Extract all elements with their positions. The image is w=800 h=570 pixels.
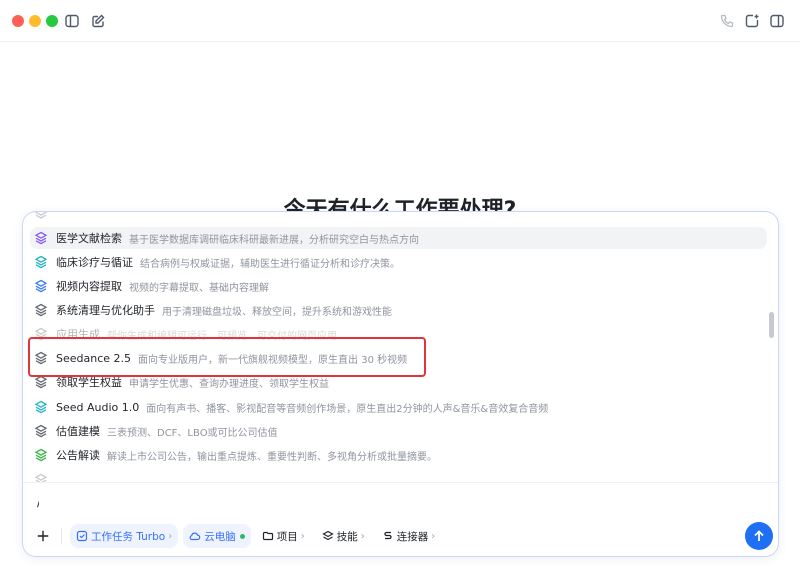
skill-icon [34, 473, 48, 482]
chevron-right-icon: › [168, 530, 173, 542]
title-bar [0, 0, 800, 42]
layers-icon [34, 351, 48, 365]
skill-item[interactable]: 应用生成 帮你生成和编辑可运行、可预览、可交付的网页应用 [30, 323, 767, 345]
split-view-icon[interactable] [768, 12, 786, 30]
new-window-icon[interactable] [743, 12, 761, 30]
skill-description: 视频的字幕提取、基础内容理解 [129, 282, 269, 294]
project-label: 项目 [276, 530, 298, 543]
phone-icon[interactable] [718, 12, 736, 30]
skill-icon [34, 212, 48, 222]
cloud-pc-label: 云电脑 [204, 530, 236, 543]
skill-description: 申请学生优惠、查询办理进度、领取学生权益 [129, 378, 329, 390]
chevron-right-icon: › [300, 530, 305, 542]
input-value: / [37, 495, 39, 509]
layers-icon [34, 375, 48, 389]
skill-description: 帮你生成和编辑可运行、可预览、可交付的网页应用 [107, 330, 337, 342]
skill-item[interactable]: Seed Audio 1.0 面向有声书、播客、影视配音等音频创作场景，原生直出… [30, 396, 767, 418]
skill-name: 公告解读 [56, 449, 100, 462]
layers-icon [34, 279, 48, 293]
skill-description: 面向有声书、播客、影视配音等音频创作场景，原生直出2分钟的人声&音乐&音效复合音… [146, 403, 549, 415]
app-window: 今天有什么工作要处理? 医学文献检索 基于医学数据库调研临床科研最新进展，分析研… [0, 0, 800, 570]
cloud-icon [189, 532, 201, 541]
layers-icon [34, 424, 48, 438]
arrow-up-icon [754, 530, 764, 541]
skill-description: 结合病例与权威证据，辅助医生进行循证分析和诊疗决策。 [140, 258, 400, 270]
skill-name: 估值建模 [56, 425, 100, 438]
skills-chip[interactable]: 技能 › [316, 524, 371, 548]
skill-item[interactable]: 估值建模 三表预测、DCF、LBO或可比公司估值 [30, 420, 767, 442]
skill-item[interactable]: 系统清理与优化助手 用于清理磁盘垃圾、释放空间，提升系统和游戏性能 [30, 299, 767, 321]
skill-description: 基于医学数据库调研临床科研最新进展，分析研究空白与热点方向 [129, 234, 419, 246]
project-chip[interactable]: 项目 › [256, 524, 311, 548]
skill-item-cut [30, 469, 767, 482]
skill-description: 解读上市公司公告，输出重点提炼、重要性判断、多视角分析或批量摘要。 [107, 451, 437, 463]
layers-icon [34, 303, 48, 317]
skill-item[interactable]: Seedance 2.5 面向专业版用户，新一代旗舰视频模型，原生直出 30 秒… [30, 347, 767, 369]
composer-divider [23, 482, 778, 483]
zoom-window-button[interactable] [46, 15, 58, 27]
list-scrollbar[interactable] [769, 312, 774, 338]
skill-item[interactable]: 公告解读 解读上市公司公告，输出重点提炼、重要性判断、多视角分析或批量摘要。 [30, 444, 767, 466]
layers-icon [321, 530, 334, 541]
task-mode-label: 工作任务 Turbo [91, 530, 166, 543]
chevron-right-icon: › [360, 530, 365, 542]
skill-name: 系统清理与优化助手 [56, 304, 155, 317]
minimize-window-button[interactable] [29, 15, 41, 27]
status-dot [239, 533, 245, 539]
skill-name: Seedance 2.5 [56, 351, 132, 365]
skill-suggestion-list: 医学文献检索 基于医学数据库调研临床科研最新进展，分析研究空白与热点方向 临床诊… [23, 212, 778, 482]
skills-label: 技能 [336, 530, 358, 543]
skill-item[interactable]: 视频内容提取 视频的字幕提取、基础内容理解 [30, 275, 767, 297]
layers-icon [34, 231, 48, 245]
skill-name: 领取学生权益 [56, 376, 122, 389]
chat-composer: 医学文献检索 基于医学数据库调研临床科研最新进展，分析研究空白与热点方向 临床诊… [22, 211, 779, 557]
skill-description: 面向专业版用户，新一代旗舰视频模型，原生直出 30 秒视频 [138, 354, 408, 366]
skill-description: 三表预测、DCF、LBO或可比公司估值 [107, 427, 278, 439]
close-window-button[interactable] [12, 15, 24, 27]
plus-icon [37, 530, 49, 542]
send-button[interactable] [745, 522, 773, 550]
skill-item[interactable]: 临床诊疗与循证 结合病例与权威证据，辅助医生进行循证分析和诊疗决策。 [30, 251, 767, 273]
toolbar-separator [61, 528, 62, 544]
task-mode-chip[interactable]: 工作任务 Turbo › [70, 524, 179, 548]
compose-icon[interactable] [89, 12, 107, 30]
add-attachment-button[interactable] [34, 527, 52, 545]
connector-icon [384, 531, 392, 540]
layers-icon [34, 400, 48, 414]
skill-name: 医学文献检索 [56, 232, 122, 245]
skill-name: Seed Audio 1.0 [56, 400, 140, 414]
composer-toolbar: 工作任务 Turbo › 云电脑 项目 › 技能 › 连接器 › [23, 523, 778, 549]
skill-description: 用于清理磁盘垃圾、释放空间，提升系统和游戏性能 [162, 306, 392, 318]
skill-item[interactable]: 领取学生权益 申请学生优惠、查询办理进度、领取学生权益 [30, 371, 767, 393]
skill-item-cut [30, 212, 767, 226]
layers-icon [34, 255, 48, 269]
skill-name: 应用生成 [56, 328, 100, 341]
chevron-right-icon: › [431, 530, 436, 542]
layers-icon [34, 327, 48, 341]
cloud-pc-chip[interactable]: 云电脑 [183, 524, 251, 548]
project-icon [262, 531, 273, 541]
connector-label: 连接器 [396, 530, 429, 543]
layers-icon [34, 448, 48, 462]
sidebar-toggle-icon[interactable] [63, 12, 81, 30]
skill-name: 视频内容提取 [56, 280, 122, 293]
skill-name: 临床诊疗与循证 [56, 256, 133, 269]
skill-item[interactable]: 医学文献检索 基于医学数据库调研临床科研最新进展，分析研究空白与热点方向 [30, 227, 767, 249]
connector-chip[interactable]: 连接器 › [376, 524, 442, 548]
text-input[interactable]: / [37, 495, 39, 509]
task-icon [76, 530, 88, 542]
